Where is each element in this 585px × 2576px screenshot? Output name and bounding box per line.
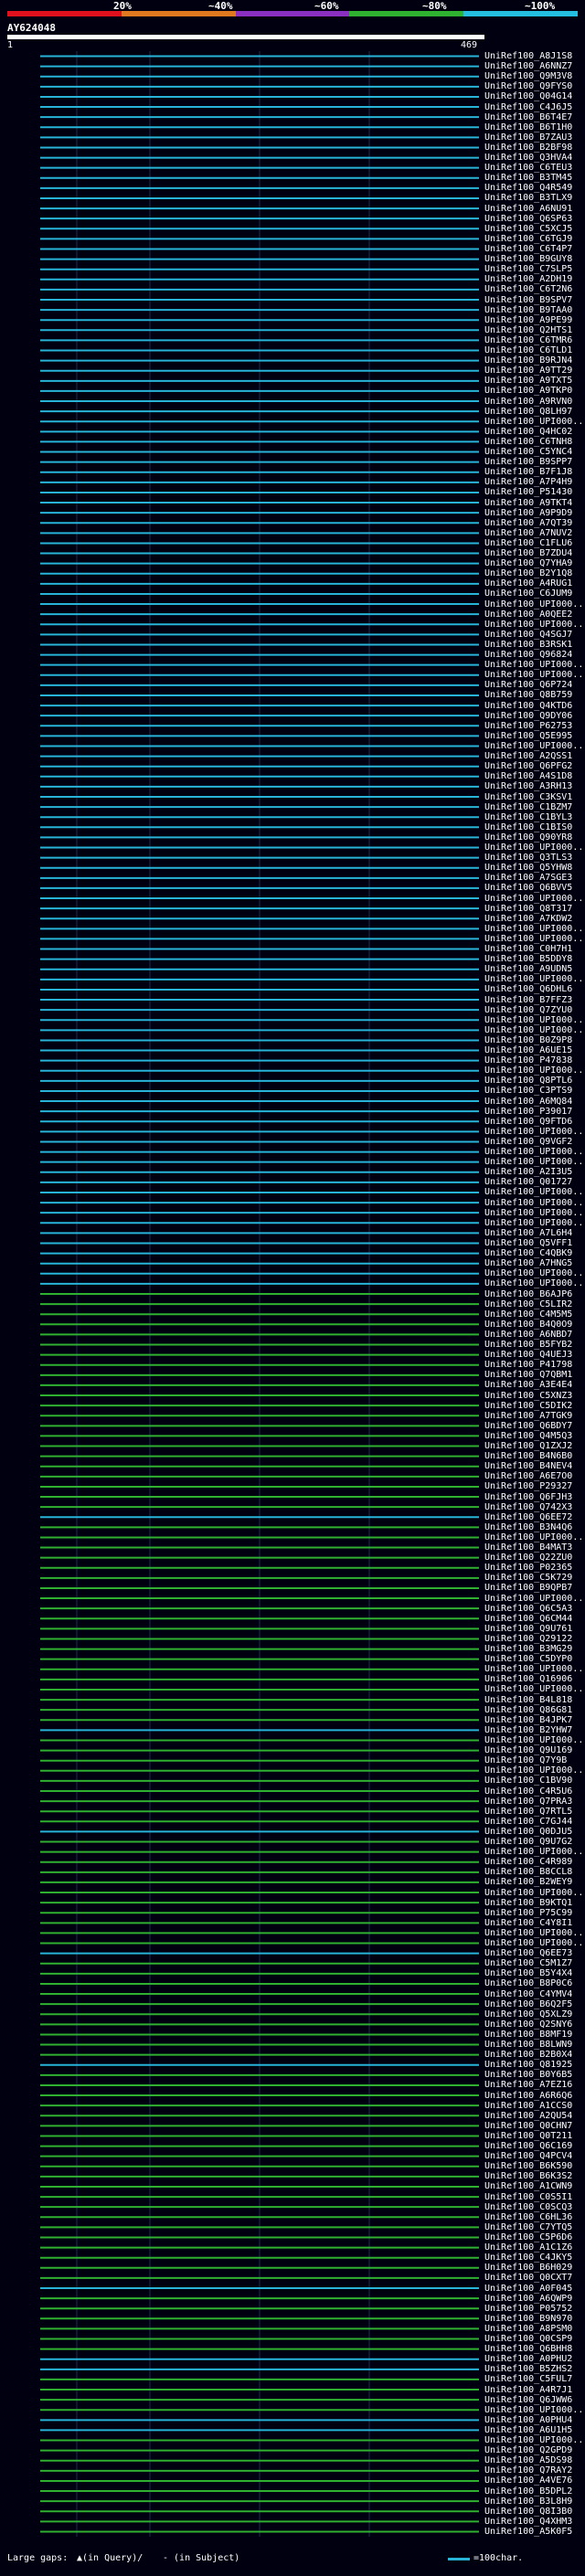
color-swatch-100: [463, 11, 578, 16]
alignment-rows: UniRef100_A8J1S8 UniRef100_A6NNZ7 UniRef10…: [0, 51, 585, 2537]
gap-in-subject-label: - (in Subject): [163, 2553, 240, 2563]
scale-bar-label: =100char.: [473, 2553, 524, 2563]
color-swatch-60: [235, 11, 350, 16]
identity-color-bar: [7, 11, 578, 16]
hit-label[interactable]: UniRef100_A5K0F5: [484, 2526, 572, 2538]
color-swatch-80: [349, 11, 464, 16]
scale-bar-swatch: [448, 2558, 470, 2560]
color-swatch-20: [7, 11, 122, 16]
query-start-position: 1: [7, 40, 14, 50]
query-end-position: 469: [461, 40, 478, 50]
query-bar: [7, 35, 484, 39]
color-swatch-40: [121, 11, 236, 16]
footer-legend: Large gaps: ▲(in Query)/ - (in Subject) …: [0, 2549, 585, 2568]
large-gaps-label: Large gaps:: [7, 2553, 69, 2563]
query-title: AY624048: [7, 22, 56, 34]
gap-in-query-label: ▲(in Query)/: [77, 2553, 144, 2563]
identity-legend: 20% ~40% ~60% ~80% ~100%: [0, 0, 585, 22]
